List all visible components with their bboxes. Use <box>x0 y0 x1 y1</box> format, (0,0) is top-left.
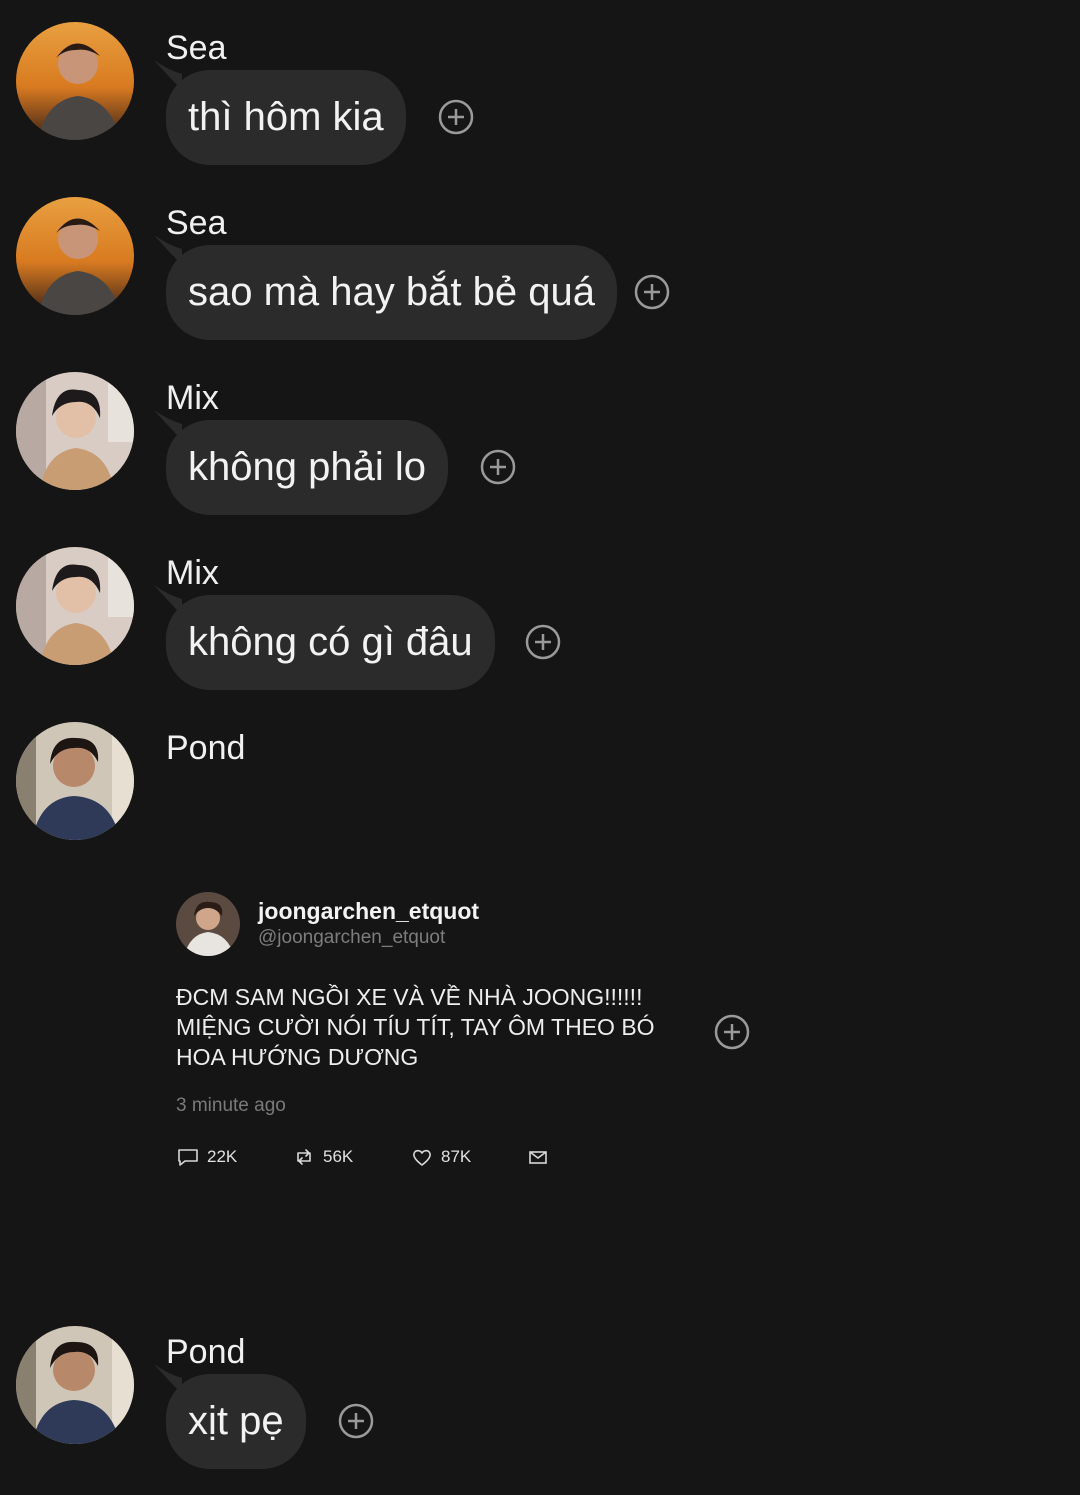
pond-avatar[interactable] <box>16 722 134 840</box>
message-bubble[interactable]: không có gì đâu <box>166 595 495 690</box>
reply-button[interactable]: 22K <box>176 1142 237 1172</box>
message-bubble[interactable]: sao mà hay bắt bẻ quá <box>166 245 617 340</box>
message-row: Sea sao mà hay bắt bẻ quá <box>0 197 1080 342</box>
retweet-count: 56K <box>323 1147 354 1166</box>
tweet-text: ĐCM SAM NGỒI XE VÀ VỀ NHÀ JOONG!!!!!! MI… <box>176 982 696 1072</box>
like-count: 87K <box>441 1147 472 1166</box>
add-reaction-button[interactable] <box>714 1014 750 1050</box>
message-row: Pond <box>0 722 1080 842</box>
tweet-author-avatar[interactable] <box>176 892 240 956</box>
message-row: Sea thì hôm kia <box>0 22 1080 167</box>
add-reaction-button[interactable] <box>634 274 670 310</box>
mix-avatar[interactable] <box>16 547 134 665</box>
plus-circle-icon <box>525 624 561 660</box>
tweet-timestamp: 3 minute ago <box>176 1095 286 1116</box>
tweet-author-name[interactable]: joongarchen_etquot <box>258 898 479 925</box>
plus-circle-icon <box>438 99 474 135</box>
message-bubble[interactable]: xịt pẹ <box>166 1374 306 1469</box>
reply-count: 22K <box>207 1147 238 1166</box>
retweet-icon <box>297 1149 311 1165</box>
plus-circle-icon <box>338 1403 374 1439</box>
tweet-text-line: HOA HƯỚNG DƯƠNG <box>176 1044 419 1070</box>
heart-icon <box>413 1149 431 1166</box>
message-bubble[interactable]: thì hôm kia <box>166 70 406 165</box>
tweet-text-line: MIỆNG CƯỜI NÓI TÍU TÍT, TAY ÔM THEO BÓ <box>176 1014 655 1040</box>
message-row: Mix không phải lo <box>0 372 1080 517</box>
tweet-text-line: ĐCM SAM NGỒI XE VÀ VỀ NHÀ JOONG!!!!!! <box>176 984 643 1010</box>
add-reaction-button[interactable] <box>338 1403 374 1439</box>
add-reaction-button[interactable] <box>480 449 516 485</box>
message-row: Pond xịt pẹ <box>0 1326 1080 1471</box>
share-message-button[interactable] <box>526 1142 550 1172</box>
plus-circle-icon <box>714 1014 750 1050</box>
plus-circle-icon <box>634 274 670 310</box>
plus-circle-icon <box>480 449 516 485</box>
sender-name: Pond <box>166 729 246 767</box>
tweet-actions: 22K 56K 87K <box>176 1142 576 1172</box>
add-reaction-button[interactable] <box>438 99 474 135</box>
envelope-icon <box>529 1151 547 1164</box>
sea-avatar[interactable] <box>16 197 134 315</box>
speech-bubble-icon <box>178 1149 198 1166</box>
pond-avatar[interactable] <box>16 1326 134 1444</box>
retweet-button[interactable]: 56K <box>292 1142 353 1172</box>
message-row: Mix không có gì đâu <box>0 547 1080 692</box>
message-bubble[interactable]: không phải lo <box>166 420 448 515</box>
add-reaction-button[interactable] <box>525 624 561 660</box>
like-button[interactable]: 87K <box>410 1142 471 1172</box>
sea-avatar[interactable] <box>16 22 134 140</box>
mix-avatar[interactable] <box>16 372 134 490</box>
tweet-author-handle[interactable]: @joongarchen_etquot <box>258 927 445 949</box>
